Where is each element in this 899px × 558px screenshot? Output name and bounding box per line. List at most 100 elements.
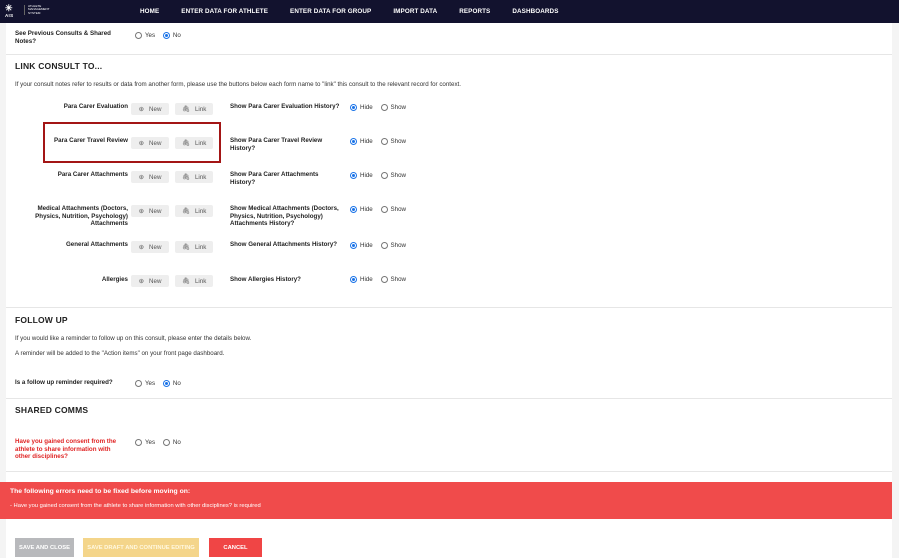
medical-attachments-new-button[interactable]: ⊕ New xyxy=(131,205,169,217)
shared-comms-yes-radio[interactable]: Yes xyxy=(135,439,155,446)
radio-circle-icon xyxy=(380,206,388,213)
para-carer-evaluation-history-label: Show Para Carer Evaluation History? xyxy=(230,103,340,110)
divider xyxy=(6,471,892,472)
highlight-box xyxy=(43,122,221,163)
radio-circle-icon xyxy=(135,380,142,387)
radio-circle-icon xyxy=(135,32,142,39)
consults-no-radio[interactable]: No xyxy=(162,32,181,39)
row-para-carer-attachments-label: Para Carer Attachments xyxy=(57,171,128,178)
row-general-attachments-label: General Attachments xyxy=(65,241,128,248)
shared-comms-title: SHARED COMMS xyxy=(15,405,89,415)
general-attachments-new-button[interactable]: ⊕ New xyxy=(131,241,169,253)
radio-circle-icon xyxy=(380,138,388,145)
consults-yes-radio[interactable]: Yes xyxy=(135,32,155,39)
radio-circle-icon xyxy=(135,439,142,446)
allergies-history-label: Show Allergies History? xyxy=(230,276,301,283)
radio-circle-icon xyxy=(380,104,388,111)
show-radio[interactable]: Show xyxy=(380,104,406,111)
save-draft-button[interactable]: SAVE DRAFT AND CONTINUE EDITING xyxy=(83,538,199,557)
divider xyxy=(6,307,892,308)
cancel-button[interactable]: CANCEL xyxy=(209,538,262,557)
para-carer-attachments-new-button[interactable]: ⊕ New xyxy=(131,171,169,183)
ais-logo[interactable]: ✳ AIS ATHLETE MANAGEMENT SYSTEM xyxy=(5,3,55,20)
hide-radio[interactable]: Hide xyxy=(350,242,373,249)
general-attachments-link-button[interactable]: 🖇︎ Link xyxy=(175,241,213,253)
follow-up-line-1: If you would like a reminder to follow u… xyxy=(15,335,252,342)
para-carer-travel-review-history-radios: Hide Show xyxy=(350,138,412,147)
radio-checked-icon xyxy=(162,380,170,387)
shared-comms-radio-group: Yes No xyxy=(135,439,187,448)
general-attachments-history-label: Show General Attachments History? xyxy=(230,241,338,248)
save-and-close-button[interactable]: SAVE AND CLOSE xyxy=(15,538,74,557)
paperclip-icon: 🖇︎ xyxy=(181,106,190,113)
hide-radio[interactable]: Hide xyxy=(350,206,373,213)
logo-text: ATHLETE MANAGEMENT SYSTEM xyxy=(24,4,56,15)
plus-circle-icon: ⊕ xyxy=(138,208,145,215)
logo-mark: AIS xyxy=(5,13,14,18)
error-banner: The following errors need to be fixed be… xyxy=(0,482,892,519)
paperclip-icon: 🖇︎ xyxy=(181,278,190,285)
nav-enter-data-athlete[interactable]: ENTER DATA FOR ATHLETE xyxy=(181,0,268,23)
hide-radio[interactable]: Hide xyxy=(350,172,373,179)
para-carer-attachments-history-radios: Hide Show xyxy=(350,172,412,181)
para-carer-attachments-history-label: Show Para Carer Attachments History? xyxy=(230,171,319,186)
paperclip-icon: 🖇︎ xyxy=(181,244,190,251)
kangaroo-logo-icon: ✳ xyxy=(5,3,13,13)
show-radio[interactable]: Show xyxy=(380,242,406,249)
error-title: The following errors need to be fixed be… xyxy=(10,488,191,495)
radio-circle-icon xyxy=(380,242,388,249)
radio-circle-icon xyxy=(162,439,170,446)
para-carer-attachments-link-button[interactable]: 🖇︎ Link xyxy=(175,171,213,183)
shared-comms-question: Have you gained consent from the athlete… xyxy=(15,438,117,460)
para-carer-evaluation-link-button[interactable]: 🖇︎ Link xyxy=(175,103,213,115)
radio-checked-icon xyxy=(350,138,357,145)
follow-up-radio-group: Yes No xyxy=(135,380,187,389)
nav-dashboards[interactable]: DASHBOARDS xyxy=(512,0,558,23)
consults-label: See Previous Consults & Shared Notes? xyxy=(15,30,111,45)
radio-circle-icon xyxy=(380,276,388,283)
link-section-description: If your consult notes refer to results o… xyxy=(15,81,461,88)
plus-circle-icon: ⊕ xyxy=(138,174,145,181)
show-radio[interactable]: Show xyxy=(380,138,406,145)
plus-circle-icon: ⊕ xyxy=(138,278,145,285)
hide-radio[interactable]: Hide xyxy=(350,138,373,145)
shared-comms-no-radio[interactable]: No xyxy=(162,439,181,446)
allergies-new-button[interactable]: ⊕ New xyxy=(131,275,169,287)
consults-radio-group: Yes No xyxy=(135,32,187,41)
hide-radio[interactable]: Hide xyxy=(350,104,373,111)
nav-import-data[interactable]: IMPORT DATA xyxy=(393,0,437,23)
hide-radio[interactable]: Hide xyxy=(350,276,373,283)
divider xyxy=(6,54,892,55)
follow-up-no-radio[interactable]: No xyxy=(162,380,181,387)
para-carer-travel-review-history-label: Show Para Carer Travel Review History? xyxy=(230,137,323,152)
link-section-title: LINK CONSULT TO... xyxy=(15,61,103,71)
show-radio[interactable]: Show xyxy=(380,276,406,283)
paperclip-icon: 🖇︎ xyxy=(181,208,190,215)
main-nav: HOME ENTER DATA FOR ATHLETE ENTER DATA F… xyxy=(140,0,581,23)
nav-home[interactable]: HOME xyxy=(140,0,159,23)
show-radio[interactable]: Show xyxy=(380,172,406,179)
allergies-link-button[interactable]: 🖇︎ Link xyxy=(175,275,213,287)
row-allergies-label: Allergies xyxy=(101,276,128,283)
show-radio[interactable]: Show xyxy=(380,206,406,213)
nav-reports[interactable]: REPORTS xyxy=(459,0,490,23)
para-carer-evaluation-history-radios: Hide Show xyxy=(350,104,412,113)
row-para-carer-evaluation-label: Para Carer Evaluation xyxy=(63,103,128,110)
medical-attachments-link-button[interactable]: 🖇︎ Link xyxy=(175,205,213,217)
plus-circle-icon: ⊕ xyxy=(138,244,145,251)
row-medical-attachments-label: Medical Attachments (Doctors, Physics, N… xyxy=(35,205,128,227)
follow-up-yes-radio[interactable]: Yes xyxy=(135,380,155,387)
radio-circle-icon xyxy=(380,172,388,179)
radio-checked-icon xyxy=(350,104,357,111)
error-item: - Have you gained consent from the athle… xyxy=(10,503,261,509)
form-panel: See Previous Consults & Shared Notes? Ye… xyxy=(6,23,892,558)
radio-checked-icon xyxy=(350,172,357,179)
nav-enter-data-group[interactable]: ENTER DATA FOR GROUP xyxy=(290,0,371,23)
top-nav-bar: ✳ AIS ATHLETE MANAGEMENT SYSTEM HOME ENT… xyxy=(0,0,899,23)
divider xyxy=(6,398,892,399)
follow-up-question: Is a follow up reminder required? xyxy=(15,379,113,386)
medical-attachments-history-radios: Hide Show xyxy=(350,206,412,215)
para-carer-evaluation-new-button[interactable]: ⊕ New xyxy=(131,103,169,115)
medical-attachments-history-label: Show Medical Attachments (Doctors, Physi… xyxy=(230,205,339,227)
plus-circle-icon: ⊕ xyxy=(138,106,145,113)
